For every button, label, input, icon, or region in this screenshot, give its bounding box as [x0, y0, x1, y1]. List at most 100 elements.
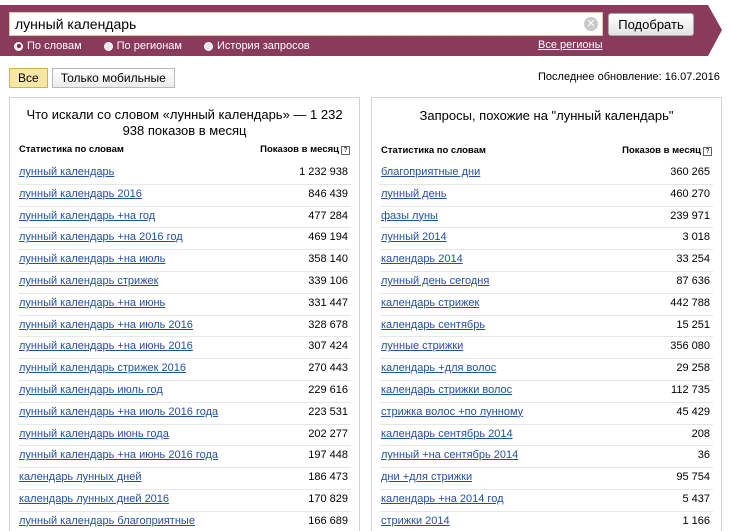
query-link[interactable]: календарь +для волос	[381, 362, 496, 374]
impressions-count: 208	[691, 427, 710, 440]
impressions-count: 270 443	[308, 362, 348, 375]
query-link[interactable]: календарь +на 2014 год	[381, 493, 504, 505]
radio-icon	[103, 41, 113, 51]
query-link[interactable]: лунный календарь +на июнь 2016 года	[19, 449, 218, 461]
query-link[interactable]: лунный календарь +на июль 2016	[19, 319, 193, 331]
impressions-count: 469 194	[308, 231, 348, 244]
query-link[interactable]: календарь 2014	[381, 253, 463, 265]
table-row: благоприятные дни 360 265	[380, 163, 713, 185]
table-row: лунный день сегодня 87 636	[380, 272, 713, 294]
query-link[interactable]: лунный 2014	[381, 231, 447, 243]
panel-title: Что искали со словом «лунный календарь» …	[26, 107, 343, 138]
impressions-count: 36	[697, 449, 710, 462]
impressions-count: 360 265	[670, 166, 710, 178]
impressions-count: 15 251	[676, 318, 710, 331]
impressions-count: 166 689	[308, 514, 348, 527]
table-row: стрижка волос +по лунному 45 429	[380, 403, 713, 425]
column-header-query: Статистика по словам	[19, 144, 124, 155]
query-link[interactable]: фазы луны	[381, 210, 438, 222]
search-banner: ✕ Подобрать По словам По регионам Истори…	[0, 0, 730, 56]
impressions-count: 170 829	[308, 492, 348, 505]
column-header-count-label: Показов в месяц	[622, 145, 701, 156]
query-link[interactable]: календарь сентябрь	[381, 319, 485, 331]
query-link[interactable]: лунный календарь +на июнь 2016	[19, 340, 193, 352]
impressions-count: 1 166	[682, 514, 710, 527]
table-row: лунный календарь стрижек 2016 270 443	[18, 359, 351, 381]
all-regions-link[interactable]: Все регионы	[538, 39, 603, 51]
query-link[interactable]: дни +для стрижки	[381, 471, 472, 483]
tab-mobile-only[interactable]: Только мобильные	[51, 68, 175, 88]
query-link[interactable]: лунный день сегодня	[381, 275, 489, 287]
mode-by-regions[interactable]: По регионам	[103, 40, 182, 52]
query-link[interactable]: календарь лунных дней	[19, 471, 142, 483]
query-link[interactable]: календарь стрижек	[381, 297, 479, 309]
impressions-count: 29 258	[676, 362, 710, 375]
table-row: календарь сентябрь 15 251	[380, 316, 713, 338]
table-row: лунный календарь стрижек 339 106	[18, 272, 351, 294]
mode-label: История запросов	[217, 40, 310, 52]
query-link[interactable]: лунный календарь стрижек	[19, 275, 159, 287]
impressions-count: 87 636	[676, 274, 710, 287]
impressions-count: 186 473	[308, 471, 348, 484]
query-link[interactable]: лунный +на сентябрь 2014	[381, 449, 518, 461]
submit-button[interactable]: Подобрать	[608, 13, 694, 36]
table-row: лунный календарь +на июль 2016 года 223 5…	[18, 403, 351, 425]
query-link[interactable]: стрижки 2014	[381, 515, 450, 527]
mode-by-words[interactable]: По словам	[14, 40, 82, 52]
table-row: календарь стрижек 442 788	[380, 293, 713, 316]
impressions-count: 477 284	[308, 209, 348, 222]
impressions-count: 339 106	[308, 274, 348, 287]
word-stats-table: лунный календарь 1 232 938 лунный календар…	[18, 163, 351, 531]
impressions-count: 5 437	[682, 492, 710, 505]
impressions-count: 223 531	[308, 405, 348, 418]
clear-icon[interactable]: ✕	[584, 17, 598, 31]
query-link[interactable]: лунный календарь июль год	[19, 384, 163, 396]
table-row: лунный день 460 270	[380, 185, 713, 207]
similar-queries-panel: Запросы, похожие на "лунный календарь" С…	[371, 97, 722, 531]
query-link[interactable]: лунный календарь 2016	[19, 188, 142, 200]
impressions-count: 1 232 938	[299, 166, 348, 178]
impressions-count: 202 277	[308, 427, 348, 440]
table-row: дни +для стрижки 95 754	[380, 468, 713, 490]
table-row: лунный календарь +на год 477 284	[18, 206, 351, 229]
panel-title: Запросы, похожие на "лунный календарь"	[419, 108, 674, 123]
table-row: стрижки 2014 1 166	[380, 511, 713, 531]
table-row: фазы луны 239 971	[380, 206, 713, 229]
column-headers: Статистика по словам Показов в месяц?	[19, 143, 350, 157]
column-header-count-label: Показов в месяц	[260, 144, 339, 155]
impressions-count: 229 616	[308, 383, 348, 396]
query-link[interactable]: лунный календарь +на июнь	[19, 297, 165, 309]
query-link[interactable]: лунный календарь	[19, 166, 114, 178]
table-row: лунный календарь +на июль 358 140	[18, 250, 351, 272]
search-input[interactable]	[10, 13, 570, 35]
table-row: лунный календарь +на июнь 331 447	[18, 293, 351, 316]
query-link[interactable]: благоприятные дни	[381, 166, 480, 178]
tab-all[interactable]: Все	[9, 68, 48, 88]
query-link[interactable]: календарь сентябрь 2014	[381, 428, 513, 440]
radio-selected-icon	[14, 41, 23, 51]
query-link[interactable]: лунный календарь июнь года	[19, 428, 169, 440]
query-link[interactable]: календарь стрижки волос	[381, 384, 512, 396]
query-link[interactable]: календарь лунных дней 2016	[19, 493, 169, 505]
mode-radio-group: По словам По регионам История запросов	[14, 39, 332, 53]
column-header-count: Показов в месяц?	[622, 144, 712, 158]
table-row: лунный календарь июль год 229 616	[18, 380, 351, 403]
impressions-count: 95 754	[676, 471, 710, 484]
query-link[interactable]: лунный календарь +на июль 2016 года	[19, 406, 218, 418]
query-link[interactable]: стрижка волос +по лунному	[381, 406, 523, 418]
table-row: календарь +для волос 29 258	[380, 359, 713, 381]
mode-history[interactable]: История запросов	[204, 40, 310, 52]
impressions-count: 239 971	[670, 209, 710, 222]
query-link[interactable]: лунный календарь +на год	[19, 210, 155, 222]
table-row: календарь стрижки волос 112 735	[380, 380, 713, 403]
help-icon[interactable]: ?	[341, 146, 350, 155]
query-link[interactable]: лунный день	[381, 188, 447, 200]
column-headers: Статистика по словам Показов в месяц?	[381, 144, 712, 158]
table-row: календарь лунных дней 186 473	[18, 468, 351, 490]
query-link[interactable]: лунный календарь благоприятные	[19, 515, 195, 527]
query-link[interactable]: лунный календарь +на 2016 год	[19, 231, 183, 243]
help-icon[interactable]: ?	[703, 147, 712, 156]
query-link[interactable]: лунные стрижки	[381, 340, 463, 352]
query-link[interactable]: лунный календарь +на июль	[19, 253, 165, 265]
query-link[interactable]: лунный календарь стрижек 2016	[19, 362, 186, 374]
